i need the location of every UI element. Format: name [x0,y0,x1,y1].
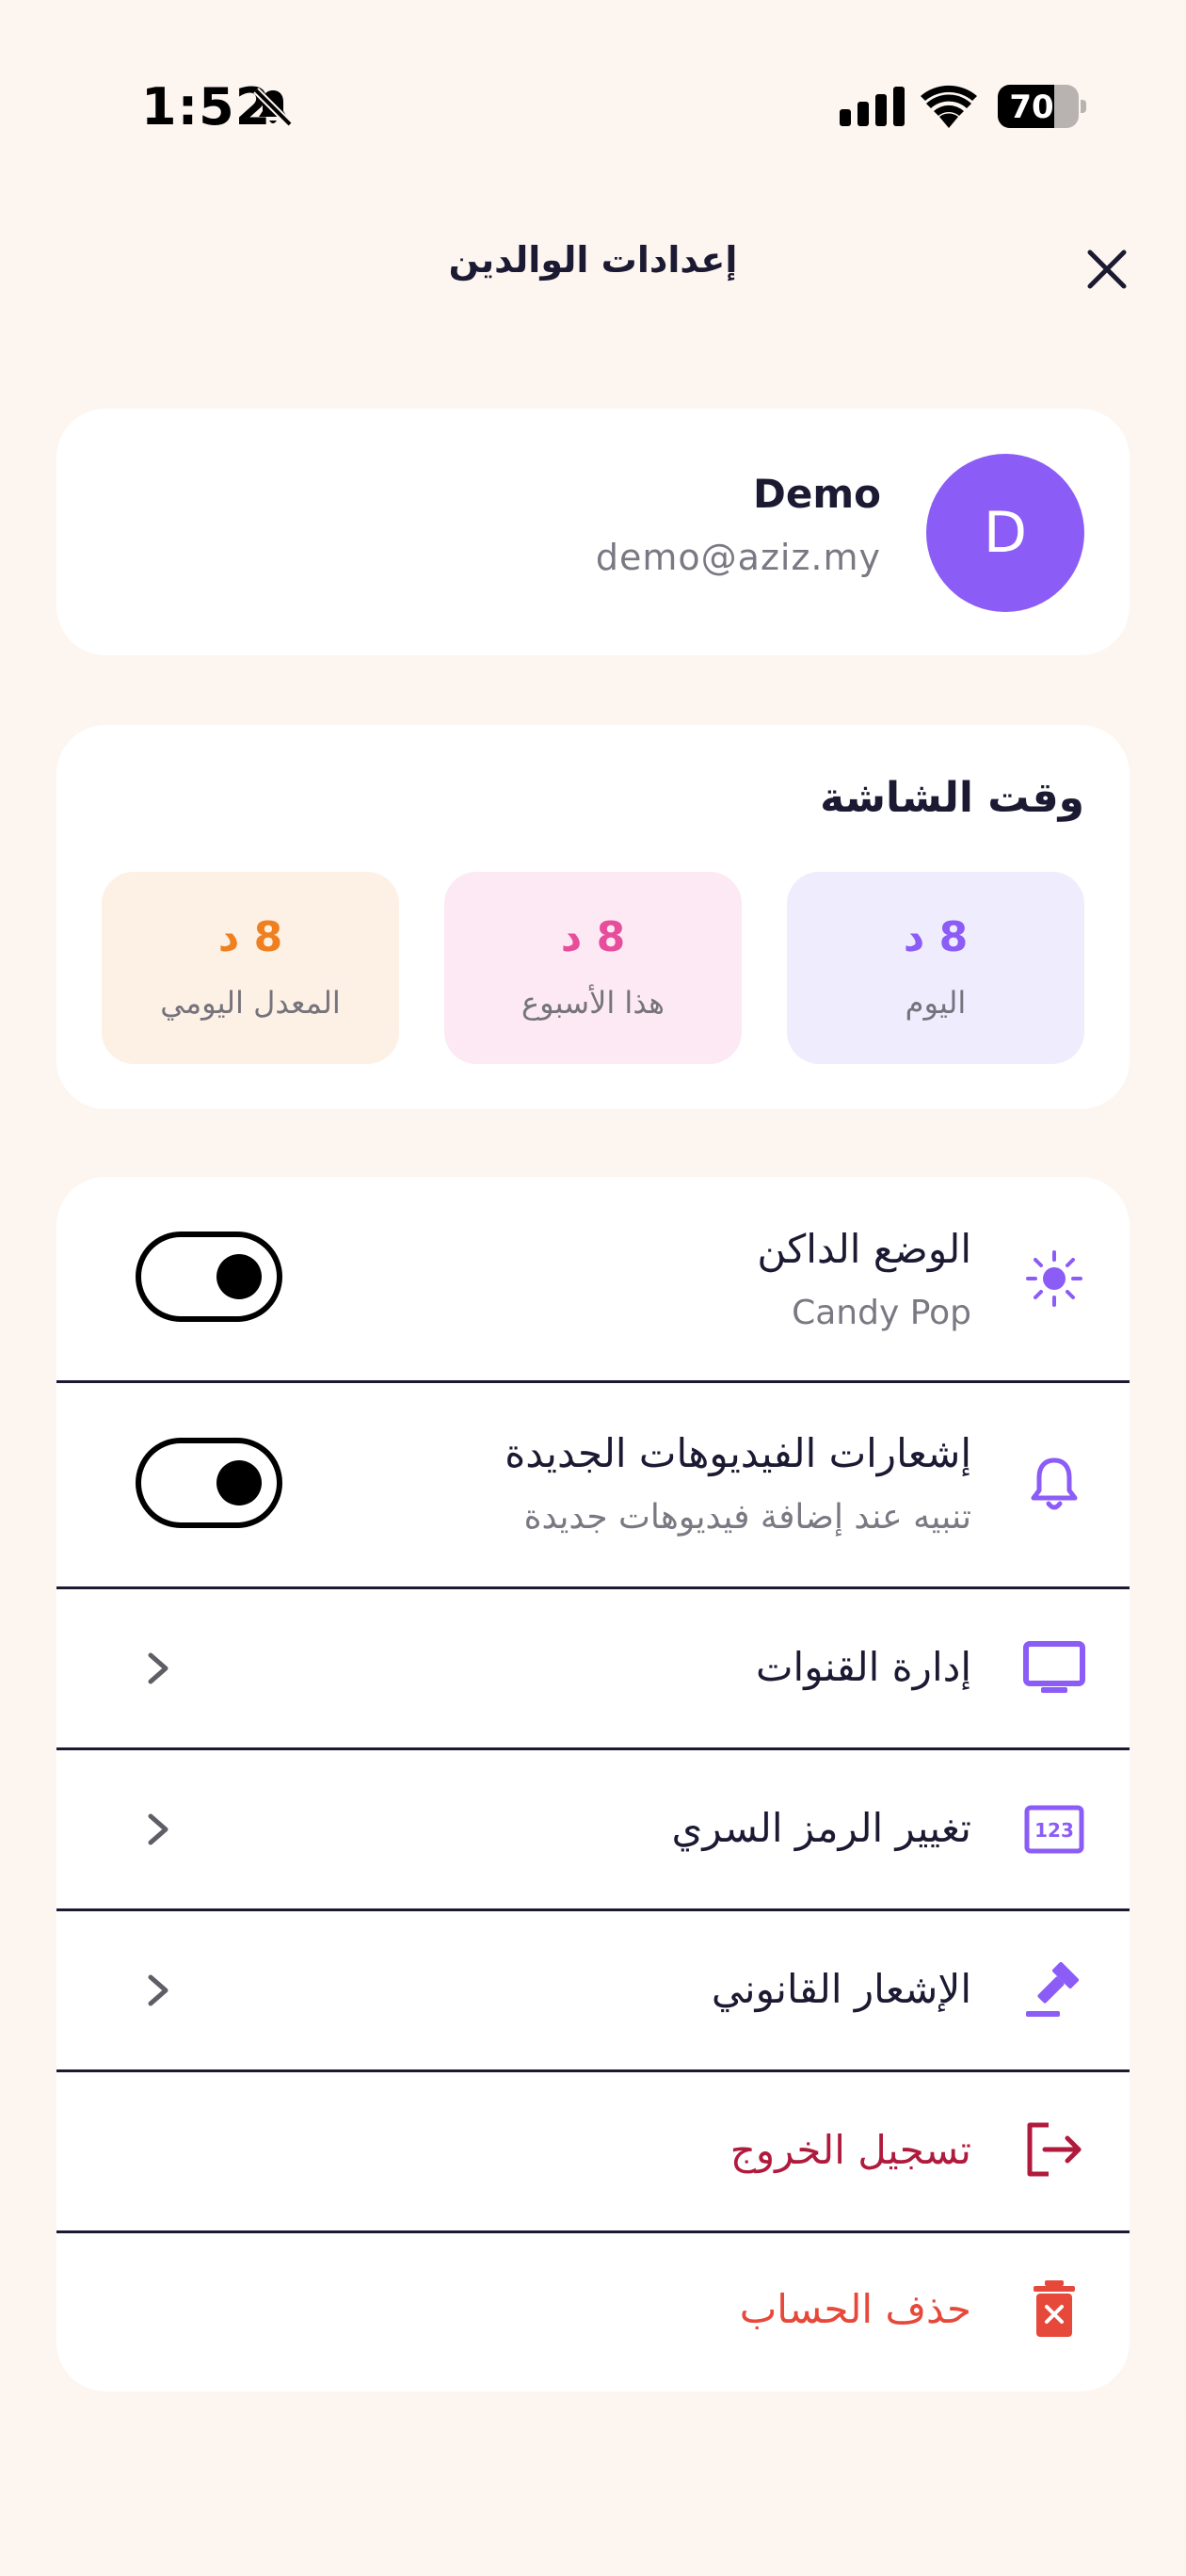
settings-row-logout[interactable]: تسجيل الخروج [56,2072,1130,2230]
avatar: D [926,454,1084,612]
page-title: إعدادات الوالدين [448,239,738,281]
stat-daily-average-value: 8 د [217,913,283,961]
bell-muted-icon [253,88,293,127]
manage-channels-title: إدارة القنوات [756,1644,971,1690]
parent-settings-screen: 1:52 70 إعدادات الوالدين D Demo demo@azi… [0,0,1186,2576]
stat-today-label: اليوم [905,985,967,1021]
profile-email: demo@aziz.my [595,537,881,578]
stat-today: 8 د اليوم [787,872,1084,1064]
battery-indicator: 70 [998,85,1086,128]
settings-row-manage-channels[interactable]: إدارة القنوات [56,1589,1130,1747]
gavel-icon [1020,1956,1088,2024]
chevron-left-icon [148,1813,168,1845]
sun-icon [1020,1245,1088,1312]
change-pin-title: تغيير الرمز السري [671,1805,971,1851]
stat-week-label: هذا الأسبوع [521,985,665,1021]
settings-list: الوضع الداكن Candy Pop إشعارات الفيديوها… [56,1177,1130,2391]
signal-icon [840,87,905,126]
stat-daily-average-label: المعدل اليومي [160,985,341,1021]
trash-icon [1020,2275,1088,2343]
settings-row-change-pin[interactable]: 123 تغيير الرمز السري [56,1750,1130,1908]
bell-icon [1020,1449,1088,1517]
dark-mode-toggle[interactable] [136,1232,282,1322]
tv-icon [1020,1634,1088,1702]
close-icon [1087,250,1127,289]
settings-row-new-video-notifications[interactable]: إشعارات الفيديوهات الجديدة تنبيه عند إضا… [56,1383,1130,1586]
svg-text:123: 123 [1034,1819,1074,1842]
settings-row-legal-notice[interactable]: الإشعار القانوني [56,1911,1130,2069]
stat-today-value: 8 د [903,913,969,961]
dark-mode-subtitle: Candy Pop [792,1294,971,1332]
profile-name: Demo [753,471,881,517]
wifi-icon [921,85,977,128]
chevron-left-icon [148,1974,168,2006]
dark-mode-title: الوضع الداكن [757,1226,971,1272]
battery-level-text: 70 [1009,89,1054,126]
stat-daily-average: 8 د المعدل اليومي [102,872,399,1064]
pin-123-icon: 123 [1020,1795,1088,1863]
legal-notice-title: الإشعار القانوني [711,1966,971,2012]
logout-title: تسجيل الخروج [729,2127,971,2173]
chevron-left-icon [148,1652,168,1684]
logout-icon [1020,2116,1088,2183]
stat-week-value: 8 د [560,913,626,961]
settings-row-delete-account[interactable]: حذف الحساب [56,2233,1130,2391]
profile-card: D Demo demo@aziz.my [56,409,1130,655]
stat-week: 8 د هذا الأسبوع [444,872,742,1064]
screen-time-title: وقت الشاشة [820,774,1084,822]
notifications-toggle[interactable] [136,1438,282,1528]
screen-time-card: وقت الشاشة 8 د اليوم 8 د هذا الأسبوع 8 د… [56,725,1130,1109]
status-bar: 1:52 70 [0,0,1186,217]
close-button[interactable] [1081,243,1133,296]
notifications-title: إشعارات الفيديوهات الجديدة [505,1430,971,1476]
settings-row-dark-mode[interactable]: الوضع الداكن Candy Pop [56,1177,1130,1380]
notifications-subtitle: تنبيه عند إضافة فيديوهات جديدة [523,1498,971,1537]
delete-account-title: حذف الحساب [739,2286,971,2332]
